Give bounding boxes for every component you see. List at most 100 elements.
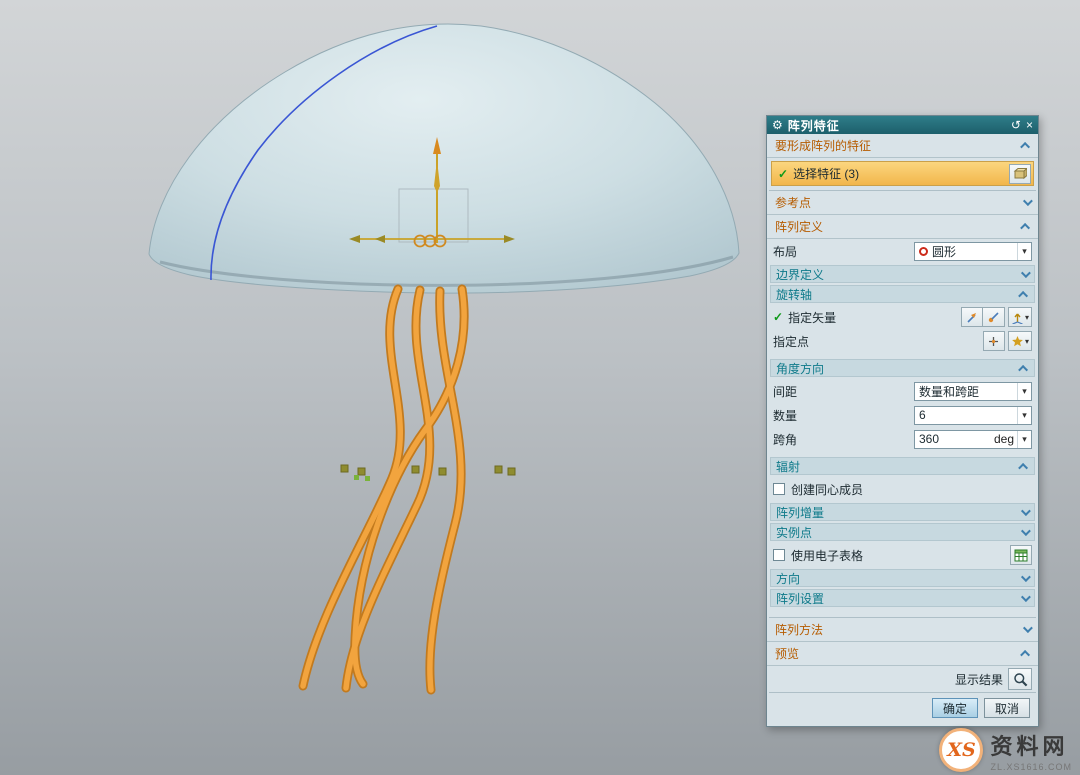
chevron-down-icon xyxy=(1021,506,1031,516)
radiate-label: 辐射 xyxy=(776,458,800,475)
inferred-vector-icon xyxy=(987,311,1000,324)
reference-point-label: 参考点 xyxy=(775,194,811,211)
group-preview[interactable]: 预览 xyxy=(767,642,1038,666)
specify-vector-label: 指定矢量 xyxy=(788,309,836,326)
chevron-up-icon xyxy=(1018,290,1028,300)
spreadsheet-button[interactable] xyxy=(1010,545,1032,565)
instance-points-label: 实例点 xyxy=(776,524,812,541)
point-dialog-button[interactable] xyxy=(983,331,1005,351)
group-reference-point[interactable]: 参考点 xyxy=(767,191,1038,215)
dropdown-arrow-icon: ▾ xyxy=(1025,313,1029,322)
reset-icon[interactable]: ↺ xyxy=(1011,119,1021,131)
jellyfish-dome xyxy=(149,24,739,293)
vector-dialog-button[interactable] xyxy=(961,307,983,327)
span-angle-label: 跨角 xyxy=(773,431,797,448)
jellyfish-tentacles xyxy=(303,289,464,690)
subgroup-rotation-axis[interactable]: 旋转轴 xyxy=(770,285,1035,303)
show-result-row: 显示结果 xyxy=(767,666,1038,692)
dropdown-arrow-icon: ▾ xyxy=(1017,243,1031,260)
dropdown-arrow-icon: ▾ xyxy=(1025,337,1029,346)
subgroup-radiate[interactable]: 辐射 xyxy=(770,457,1035,475)
show-result-button[interactable] xyxy=(1008,668,1032,690)
subgroup-pattern-settings[interactable]: 阵列设置 xyxy=(770,589,1035,607)
feature-icon xyxy=(1013,167,1027,180)
chevron-down-icon xyxy=(1021,592,1031,602)
chevron-down-icon xyxy=(1021,526,1031,536)
concentric-label: 创建同心成员 xyxy=(791,481,863,498)
watermark: XS 资料网 ZL.XS1616.COM xyxy=(939,728,1072,772)
subgroup-pattern-increment[interactable]: 阵列增量 xyxy=(770,503,1035,521)
select-feature-label: 选择特征 (3) xyxy=(793,165,1009,182)
pattern-method-label: 阵列方法 xyxy=(775,621,823,638)
axis-triad-icon xyxy=(1011,311,1024,324)
count-row: 数量 6 ▾ xyxy=(767,403,1038,427)
specify-vector-row: ✓ 指定矢量 xyxy=(767,305,1038,329)
span-angle-input[interactable]: 360 deg ▾ xyxy=(914,430,1032,449)
cancel-button[interactable]: 取消 xyxy=(984,698,1030,718)
count-value: 6 xyxy=(919,408,1017,422)
inferred-vector-button[interactable] xyxy=(983,307,1005,327)
chevron-down-icon xyxy=(1023,196,1033,206)
select-feature-row[interactable]: ✓ 选择特征 (3) xyxy=(771,161,1034,186)
point-dialog-icon xyxy=(987,335,1000,348)
subgroup-angle-direction[interactable]: 角度方向 xyxy=(770,359,1035,377)
spreadsheet-label: 使用电子表格 xyxy=(791,547,863,564)
watermark-logo-icon: XS xyxy=(939,728,983,772)
subgroup-boundary-definition[interactable]: 边界定义 xyxy=(770,265,1035,283)
feature-list-button[interactable] xyxy=(1009,164,1031,184)
watermark-logo-text: XS xyxy=(947,739,975,761)
gear-icon: ⚙ xyxy=(772,119,783,131)
chevron-up-icon xyxy=(1020,650,1030,660)
spreadsheet-checkbox[interactable] xyxy=(773,549,785,561)
span-angle-unit: deg xyxy=(991,432,1017,446)
layout-dropdown[interactable]: 圆形 ▾ xyxy=(914,242,1032,261)
subgroup-instance-points[interactable]: 实例点 xyxy=(770,523,1035,541)
specify-point-row: 指定点 ▾ xyxy=(767,329,1038,353)
chevron-down-icon xyxy=(1021,268,1031,278)
chevron-down-icon xyxy=(1023,623,1033,633)
spacing-dropdown[interactable]: 数量和跨距 ▾ xyxy=(914,382,1032,401)
concentric-checkbox[interactable] xyxy=(773,483,785,495)
spreadsheet-icon xyxy=(1014,549,1028,562)
watermark-brand: 资料网 xyxy=(990,729,1072,761)
group-pattern-definition[interactable]: 阵列定义 xyxy=(767,215,1038,239)
pattern-increment-label: 阵列增量 xyxy=(776,504,824,521)
spreadsheet-row[interactable]: 使用电子表格 xyxy=(767,543,1038,567)
show-result-label: 显示结果 xyxy=(955,671,1003,688)
dropdown-arrow-icon: ▾ xyxy=(1017,407,1031,424)
check-icon: ✓ xyxy=(778,167,788,181)
layout-label: 布局 xyxy=(773,243,797,260)
chevron-up-icon xyxy=(1018,462,1028,472)
watermark-url: ZL.XS1616.COM xyxy=(990,762,1072,772)
subgroup-orientation[interactable]: 方向 xyxy=(770,569,1035,587)
pattern-definition-label: 阵列定义 xyxy=(775,218,823,235)
chevron-up-icon xyxy=(1020,223,1030,233)
point-type-button[interactable]: ▾ xyxy=(1008,331,1032,351)
layout-row: 布局 圆形 ▾ xyxy=(767,239,1038,263)
count-input[interactable]: 6 ▾ xyxy=(914,406,1032,425)
group-pattern-method[interactable]: 阵列方法 xyxy=(767,618,1038,642)
group-features-to-pattern[interactable]: 要形成阵列的特征 xyxy=(767,134,1038,158)
spacing-row: 间距 数量和跨距 ▾ xyxy=(767,379,1038,403)
dialog-title: 阵列特征 xyxy=(788,117,1006,134)
close-icon[interactable]: × xyxy=(1026,119,1033,131)
ok-button[interactable]: 确定 xyxy=(932,698,978,718)
span-angle-row: 跨角 360 deg ▾ xyxy=(767,427,1038,451)
boundary-definition-label: 边界定义 xyxy=(776,266,824,283)
spacing-value: 数量和跨距 xyxy=(919,383,1017,400)
pattern-settings-label: 阵列设置 xyxy=(776,590,824,607)
layout-value: 圆形 xyxy=(932,243,1017,260)
chevron-up-icon xyxy=(1020,142,1030,152)
dropdown-arrow-icon: ▾ xyxy=(1017,383,1031,400)
span-angle-value: 360 xyxy=(919,432,991,446)
chevron-up-icon xyxy=(1018,364,1028,374)
rotation-axis-label: 旋转轴 xyxy=(776,286,812,303)
magnifier-icon xyxy=(1013,672,1028,687)
chevron-down-icon xyxy=(1021,572,1031,582)
dialog-titlebar[interactable]: ⚙ 阵列特征 ↺ × xyxy=(767,116,1038,134)
vector-dialog-icon xyxy=(965,311,978,324)
count-label: 数量 xyxy=(773,407,797,424)
angle-direction-label: 角度方向 xyxy=(776,360,824,377)
concentric-row[interactable]: 创建同心成员 xyxy=(767,477,1038,501)
vector-type-button[interactable]: ▾ xyxy=(1008,307,1032,327)
